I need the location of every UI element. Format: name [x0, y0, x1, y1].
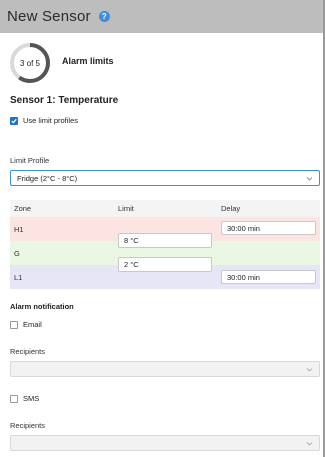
- upper-limit-input[interactable]: 8 °C: [118, 233, 212, 248]
- lower-limit-value: 2 °C: [124, 260, 139, 269]
- email-recipients-label: Recipients: [10, 347, 46, 356]
- delay-column-header: Delay: [221, 204, 241, 213]
- limit-profile-value: Fridge (2°C - 8°C): [17, 173, 78, 183]
- step-counter: 3 of 5: [19, 58, 40, 68]
- h1-delay-value: 30:00 min: [227, 223, 260, 233]
- sms-recipients-label: Recipients: [10, 421, 46, 430]
- limit-column-header: Limit: [118, 204, 134, 213]
- chevron-down-icon: [306, 368, 313, 372]
- chevron-down-icon: [306, 177, 313, 181]
- sensor-title: Sensor 1: Temperature: [10, 95, 119, 106]
- question-icon[interactable]: ?: [98, 11, 110, 22]
- email-recipients-select[interactable]: [10, 361, 320, 377]
- zone-table-header: Zone Limit Delay: [10, 200, 320, 217]
- zone-name: L1: [14, 273, 23, 282]
- lower-limit-input[interactable]: 2 °C: [118, 257, 212, 272]
- limit-profile-select[interactable]: Fridge (2°C - 8°C): [10, 170, 320, 186]
- zone-name: G: [14, 249, 20, 258]
- window-title: New Sensor: [7, 8, 91, 25]
- email-label: Email: [23, 320, 42, 329]
- sms-label: SMS: [23, 394, 40, 403]
- title-bar: New Sensor ?: [0, 0, 325, 33]
- l1-delay-input[interactable]: 30:00 min: [221, 270, 316, 284]
- alarm-notification-heading: Alarm notification: [10, 302, 74, 311]
- use-limit-profiles-label: Use limit profiles: [23, 116, 79, 125]
- l1-delay-value: 30:00 min: [227, 272, 260, 282]
- email-checkbox[interactable]: Email: [10, 320, 42, 329]
- sms-checkbox[interactable]: SMS: [10, 394, 39, 403]
- upper-limit-value: 8 °C: [124, 236, 139, 245]
- checkbox-unchecked-icon[interactable]: [10, 394, 18, 403]
- step-title: Alarm limits: [62, 56, 114, 66]
- checkbox-checked-icon[interactable]: [10, 116, 18, 125]
- zone-column-header: Zone: [14, 204, 32, 213]
- limit-profile-label: Limit Profile: [10, 156, 50, 165]
- h1-delay-input[interactable]: 30:00 min: [221, 221, 316, 235]
- chevron-down-icon: [306, 442, 313, 446]
- checkbox-unchecked-icon[interactable]: [10, 320, 18, 329]
- zone-name: H1: [14, 225, 24, 234]
- sms-recipients-select[interactable]: [10, 435, 320, 451]
- use-limit-profiles-checkbox[interactable]: Use limit profiles: [10, 116, 78, 125]
